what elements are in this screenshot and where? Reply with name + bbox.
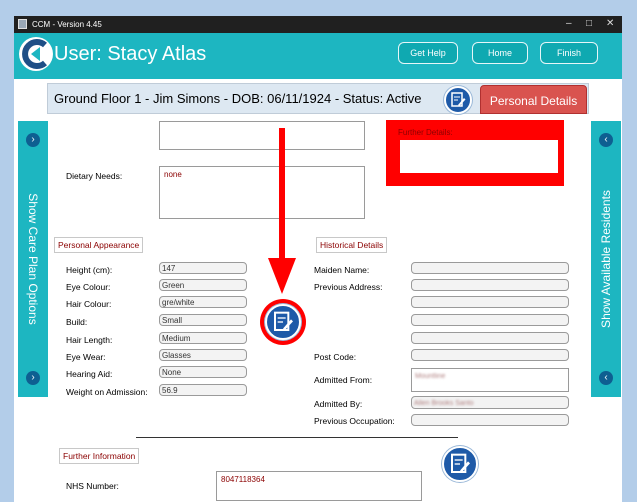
personal-appearance-title: Personal Appearance — [54, 237, 144, 253]
hair-length-field[interactable]: Medium — [159, 332, 247, 344]
eye-colour-label: Eye Colour: — [66, 282, 111, 292]
post-code-field[interactable] — [411, 349, 569, 361]
eye-wear-label: Eye Wear: — [66, 352, 106, 362]
app-icon — [18, 19, 27, 29]
previous-address-line2[interactable] — [411, 296, 569, 308]
care-plan-panel[interactable]: › Show Care Plan Options › — [18, 121, 48, 397]
show-available-residents[interactable]: Show Available Residents — [599, 190, 613, 328]
residents-panel[interactable]: ‹ Show Available Residents ‹ — [591, 121, 621, 397]
nhs-number-label: NHS Number: — [66, 481, 119, 491]
admitted-by-value: Allen Brooks Santo — [414, 400, 474, 407]
height-label: Height (cm): — [66, 265, 113, 275]
get-help-button[interactable]: Get Help — [398, 42, 458, 64]
edit-note-icon — [274, 311, 293, 331]
previous-occupation-field[interactable] — [411, 414, 569, 426]
notes-textarea[interactable] — [159, 121, 365, 150]
hair-length-label: Hair Length: — [66, 335, 113, 345]
hearing-aid-label: Hearing Aid: — [66, 369, 113, 379]
annotation-arrow — [268, 128, 296, 294]
previous-occupation-label: Previous Occupation: — [314, 416, 395, 426]
previous-address-line3[interactable] — [411, 314, 569, 326]
app-header: User: Stacy Atlas Get Help Home Finish — [14, 33, 622, 79]
dietary-needs-field[interactable]: none — [159, 166, 365, 219]
edit-note-icon — [451, 92, 466, 107]
tab-personal-details[interactable]: Personal Details — [480, 85, 587, 114]
banner-edit-button[interactable] — [444, 86, 472, 114]
nhs-number-field[interactable]: 8047118364 — [216, 471, 422, 501]
admitted-from-label: Admitted From: — [314, 375, 373, 385]
further-details-highlight: Further Details: — [386, 120, 564, 186]
minimize-button[interactable]: – — [566, 18, 572, 29]
build-field[interactable]: Small — [159, 314, 247, 326]
ccm-logo-icon — [19, 37, 53, 71]
chevron-left-icon[interactable]: ‹ — [599, 133, 613, 147]
previous-address-line4[interactable] — [411, 332, 569, 344]
admitted-by-label: Admitted By: — [314, 399, 363, 409]
chevron-right-icon[interactable]: › — [26, 133, 40, 147]
section-divider — [136, 437, 458, 438]
title-bar: CCM - Version 4.45 – □ ✕ — [14, 16, 622, 33]
window-title: CCM - Version 4.45 — [32, 20, 102, 29]
dietary-needs-label: Dietary Needs: — [66, 171, 123, 181]
chevron-left-icon[interactable]: ‹ — [599, 371, 613, 385]
previous-address-line1[interactable] — [411, 279, 569, 291]
admitted-from-field[interactable]: Mountline — [411, 368, 569, 392]
eye-colour-field[interactable]: Green — [159, 279, 247, 291]
chevron-right-icon[interactable]: › — [26, 371, 40, 385]
personal-details-edit-button[interactable] — [265, 304, 301, 340]
previous-address-label: Previous Address: — [314, 282, 383, 292]
further-details-label: Further Details: — [398, 128, 453, 137]
height-field[interactable]: 147 — [159, 262, 247, 274]
hair-colour-field[interactable]: gre/white — [159, 296, 247, 308]
eye-wear-field[interactable]: Glasses — [159, 349, 247, 361]
weight-label: Weight on Admission: — [66, 387, 148, 397]
further-details-field[interactable] — [400, 140, 558, 173]
nhs-number-value: 8047118364 — [221, 475, 265, 484]
show-care-plan-options[interactable]: Show Care Plan Options — [26, 193, 40, 324]
close-button[interactable]: ✕ — [606, 18, 614, 29]
edit-note-icon — [451, 453, 470, 473]
maximize-button[interactable]: □ — [586, 18, 592, 29]
weight-field[interactable]: 56.9 — [159, 384, 247, 396]
resident-info: Ground Floor 1 - Jim Simons - DOB: 06/11… — [54, 91, 422, 106]
admitted-by-field[interactable]: Allen Brooks Santo — [411, 396, 569, 409]
hair-colour-label: Hair Colour: — [66, 299, 112, 309]
post-code-label: Post Code: — [314, 352, 357, 362]
user-title: User: Stacy Atlas — [54, 43, 207, 65]
further-info-edit-button[interactable] — [442, 446, 478, 482]
hearing-aid-field[interactable]: None — [159, 366, 247, 378]
dietary-needs-value: none — [164, 170, 182, 179]
further-information-title: Further Information — [59, 448, 140, 464]
historical-details-title: Historical Details — [316, 237, 388, 253]
finish-button[interactable]: Finish — [540, 42, 598, 64]
admitted-from-value: Mountline — [415, 373, 446, 380]
app-window: CCM - Version 4.45 – □ ✕ User: Stacy Atl… — [14, 16, 622, 502]
maiden-name-label: Maiden Name: — [314, 265, 370, 275]
build-label: Build: — [66, 317, 88, 327]
maiden-name-field[interactable] — [411, 262, 569, 274]
home-button[interactable]: Home — [472, 42, 528, 64]
